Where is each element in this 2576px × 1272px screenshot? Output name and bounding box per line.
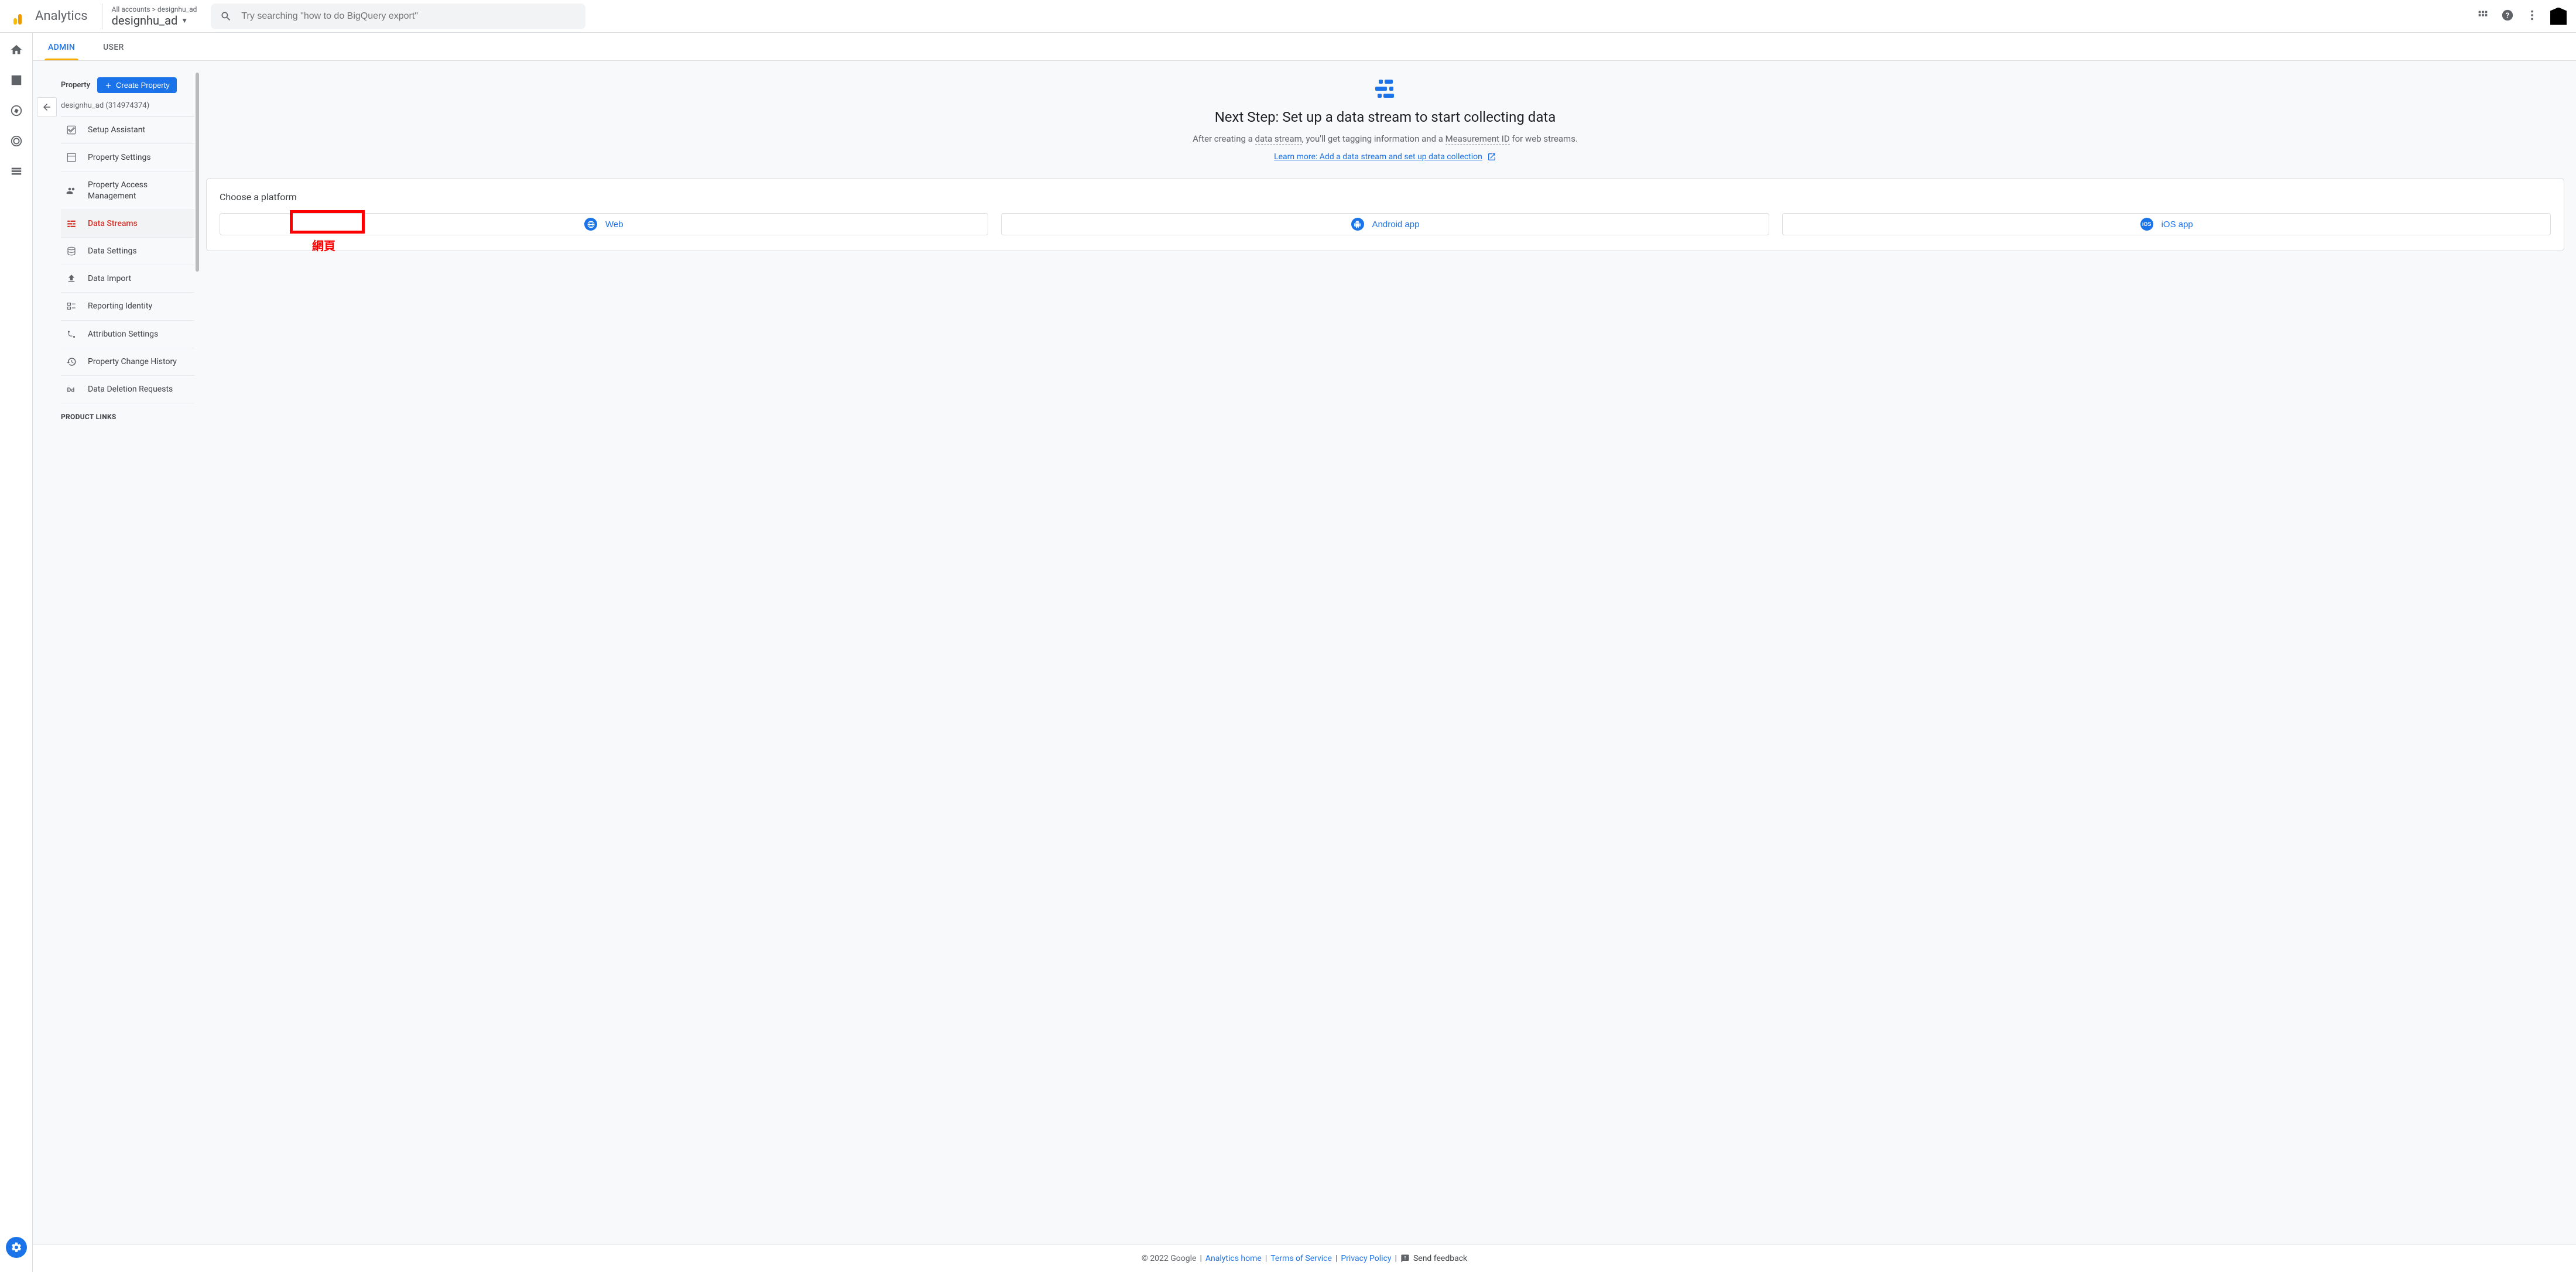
header-actions: ? (2476, 8, 2567, 25)
platform-ios-button[interactable]: iOS iOS app (1782, 213, 2551, 235)
main-panel: Next Step: Set up a data stream to start… (194, 61, 2576, 1272)
learn-more-link[interactable]: Learn more: Add a data stream and set up… (1274, 152, 1496, 162)
globe-icon (584, 218, 597, 231)
search-icon (220, 11, 232, 22)
property-sidebar: Property Create Property designhu_ad (31… (61, 61, 194, 1272)
search-input[interactable] (241, 11, 576, 22)
identity-icon (66, 301, 77, 311)
property-name: designhu_ad (314974374) (61, 98, 194, 116)
configure-icon[interactable] (10, 165, 23, 180)
apps-icon[interactable] (2476, 9, 2489, 24)
android-icon (1351, 218, 1364, 231)
footer: © 2022 Google | Analytics home | Terms o… (33, 1244, 2576, 1272)
footer-privacy[interactable]: Privacy Policy (1341, 1254, 1391, 1263)
history-icon (66, 356, 77, 367)
annotation-label: 網頁 (312, 236, 335, 253)
chevron-down-icon: ▼ (181, 16, 188, 25)
top-header: Analytics All accounts > designhu_ad des… (0, 0, 2576, 33)
explore-icon[interactable] (10, 104, 23, 119)
ios-icon: iOS (2140, 218, 2153, 231)
sidebar-item-property-settings[interactable]: Property Settings (61, 144, 194, 172)
footer-terms[interactable]: Terms of Service (1270, 1254, 1332, 1263)
search-bar[interactable] (211, 4, 585, 29)
footer-feedback[interactable]: Send feedback (1400, 1254, 1467, 1263)
platform-web-button[interactable]: Web (220, 213, 988, 235)
left-rail (0, 33, 33, 1272)
data-stream-hero-icon (1375, 80, 1395, 98)
database-icon (66, 246, 77, 256)
sidebar-item-reporting-identity[interactable]: Reporting Identity (61, 293, 194, 320)
admin-gear-icon[interactable] (6, 1237, 27, 1258)
app-shell: ADMIN USER Property Create Property desi… (0, 33, 2576, 1272)
sidebar-item-property-access[interactable]: Property Access Management (61, 172, 194, 210)
sidebar-item-attribution-settings[interactable]: Attribution Settings (61, 321, 194, 348)
reports-icon[interactable] (10, 74, 23, 89)
admin-tabs: ADMIN USER (33, 33, 2576, 61)
sidebar-item-data-streams[interactable]: Data Streams (61, 210, 194, 238)
workspace: Property Create Property designhu_ad (31… (33, 61, 2576, 1272)
footer-copyright: © 2022 Google (1142, 1254, 1197, 1263)
account-path: All accounts > designhu_ad (112, 5, 197, 13)
page-description: After creating a data stream, you'll get… (206, 133, 2564, 144)
account-selected: designhu_ad (112, 13, 178, 28)
home-icon[interactable] (10, 43, 23, 59)
stream-icon (66, 218, 77, 229)
upload-icon (66, 273, 77, 284)
attribution-icon (66, 329, 77, 340)
feedback-icon (1400, 1254, 1410, 1263)
dd-icon: Dd (66, 384, 77, 395)
page-title: Next Step: Set up a data stream to start… (206, 109, 2564, 125)
create-property-button[interactable]: Create Property (97, 77, 177, 93)
footer-analytics-home[interactable]: Analytics home (1205, 1254, 1262, 1263)
account-selector[interactable]: All accounts > designhu_ad designhu_ad ▼ (102, 4, 197, 29)
platform-card: Choose a platform Web Android app iOS (206, 178, 2564, 251)
sidebar-item-data-import[interactable]: Data Import (61, 265, 194, 293)
open-in-new-icon (1487, 152, 1496, 162)
choose-platform-label: Choose a platform (220, 191, 2551, 203)
people-icon (66, 186, 77, 196)
plus-icon (104, 81, 112, 90)
platform-android-button[interactable]: Android app (1001, 213, 1770, 235)
more-vert-icon[interactable] (2526, 9, 2539, 24)
sidebar-item-change-history[interactable]: Property Change History (61, 348, 194, 376)
svg-text:?: ? (2506, 11, 2509, 20)
back-button[interactable] (37, 97, 57, 117)
analytics-logo-icon (9, 8, 26, 25)
svg-text:Dd: Dd (67, 386, 75, 393)
app-title: Analytics (35, 9, 88, 23)
content-column: ADMIN USER Property Create Property desi… (33, 33, 2576, 1272)
tab-user[interactable]: USER (103, 43, 124, 60)
checklist-icon (66, 125, 77, 135)
property-label: Property (61, 81, 90, 90)
hero-section: Next Step: Set up a data stream to start… (206, 80, 2564, 162)
sidebar-item-setup-assistant[interactable]: Setup Assistant (61, 116, 194, 144)
section-product-links: PRODUCT LINKS (61, 403, 194, 424)
help-icon[interactable]: ? (2501, 9, 2514, 24)
platform-buttons: Web Android app iOS iOS app 網頁 (220, 213, 2551, 235)
sidebar-item-data-settings[interactable]: Data Settings (61, 238, 194, 265)
sidebar-item-data-deletion[interactable]: Dd Data Deletion Requests (61, 376, 194, 403)
layout-icon (66, 152, 77, 163)
user-avatar[interactable] (2550, 8, 2567, 25)
tab-admin[interactable]: ADMIN (48, 43, 75, 60)
advertising-icon[interactable] (10, 135, 23, 150)
